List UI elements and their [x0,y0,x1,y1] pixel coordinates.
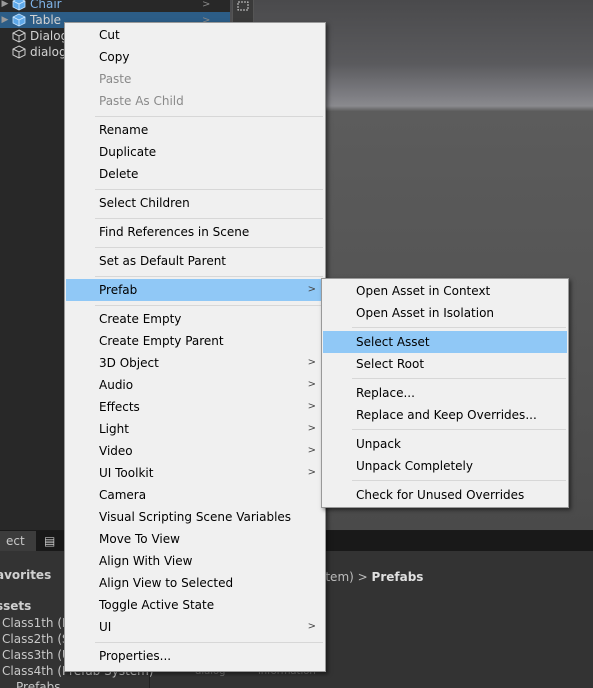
breadcrumb-current[interactable]: Prefabs [372,570,424,584]
menu-item-prefab[interactable]: Prefab > [66,279,324,301]
menu-separator [352,378,566,379]
hierarchy-context-menu: Cut Copy Paste Paste As Child Rename Dup… [64,22,326,672]
menu-separator [352,480,566,481]
hierarchy-label: Chair [30,0,62,11]
menu-item-camera[interactable]: Camera [66,484,324,506]
menu-item-copy[interactable]: Copy [66,46,324,68]
menu-separator [95,189,323,190]
hierarchy-row-chair[interactable]: ▶ Chair > [0,0,230,12]
menu-item-duplicate[interactable]: Duplicate [66,141,324,163]
submenu-item-replace-keep-overrides[interactable]: Replace and Keep Overrides... [323,404,567,426]
menu-item-effects[interactable]: Effects > [66,396,324,418]
cube-outline-icon [12,29,26,43]
menu-item-cut[interactable]: Cut [66,24,324,46]
menu-item-properties[interactable]: Properties... [66,645,324,667]
hierarchy-label: Dialog [30,29,69,43]
menu-item-3d-object[interactable]: 3D Object > [66,352,324,374]
chevron-right-icon: > [307,357,316,368]
menu-item-ui-toolkit[interactable]: UI Toolkit > [66,462,324,484]
menu-item-delete[interactable]: Delete [66,163,324,185]
menu-item-audio[interactable]: Audio > [66,374,324,396]
menu-item-light[interactable]: Light > [66,418,324,440]
menu-item-create-empty-parent[interactable]: Create Empty Parent [66,330,324,352]
submenu-item-unpack-completely[interactable]: Unpack Completely [323,455,567,477]
chevron-right-icon: > [307,621,316,632]
cube-outline-icon [12,45,26,59]
menu-separator [95,276,323,277]
submenu-item-replace[interactable]: Replace... [323,382,567,404]
menu-item-rename[interactable]: Rename [66,119,324,141]
menu-separator [352,327,566,328]
menu-item-toggle-active-state[interactable]: Toggle Active State [66,594,324,616]
menu-item-ui[interactable]: UI > [66,616,324,638]
chevron-right-icon: > [307,445,316,456]
menu-item-select-children[interactable]: Select Children [66,192,324,214]
cube-icon [12,13,26,27]
expand-triangle-icon[interactable]: ▶ [0,15,10,25]
project-folder-item[interactable]: Class3th (U [2,648,71,662]
console-icon: ▤ [44,534,56,548]
cube-icon [12,0,26,11]
menu-item-set-default-parent[interactable]: Set as Default Parent [66,250,324,272]
project-folder-item[interactable]: Class1th (In [2,616,73,630]
menu-separator [95,305,323,306]
submenu-item-check-unused-overrides[interactable]: Check for Unused Overrides [323,484,567,506]
menu-item-video[interactable]: Video > [66,440,324,462]
rect-tool-button[interactable] [232,0,254,24]
chevron-right-icon: > [307,284,316,295]
menu-separator [95,247,323,248]
expand-triangle-icon[interactable]: ▶ [0,0,10,9]
menu-separator [95,116,323,117]
chevron-right-icon: > [307,467,316,478]
menu-item-align-with-view[interactable]: Align With View [66,550,324,572]
menu-item-find-references[interactable]: Find References in Scene [66,221,324,243]
submenu-item-open-asset-in-context[interactable]: Open Asset in Context [323,280,567,302]
submenu-item-open-asset-in-isolation[interactable]: Open Asset in Isolation [323,302,567,324]
menu-separator [95,218,323,219]
chevron-right-icon: > [307,401,316,412]
chevron-right-icon: > [307,423,316,434]
tab-project[interactable]: ect [0,531,36,551]
menu-separator [352,429,566,430]
menu-item-create-empty[interactable]: Create Empty [66,308,324,330]
chevron-right-icon: > [307,379,316,390]
favorites-header[interactable]: avorites [0,568,51,582]
submenu-item-unpack[interactable]: Unpack [323,433,567,455]
menu-item-paste-as-child: Paste As Child [99,94,184,108]
breadcrumb-separator: > [357,570,368,584]
breadcrumb: ystem) > Prefabs [312,570,423,584]
prefab-submenu: Open Asset in Context Open Asset in Isol… [321,278,569,508]
menu-item-paste: Paste [99,72,132,86]
menu-item-visual-scripting[interactable]: Visual Scripting Scene Variables [66,506,324,528]
project-folder-item[interactable]: Prefabs [16,680,61,688]
menu-item-align-view-to-selected[interactable]: Align View to Selected [66,572,324,594]
submenu-item-select-root[interactable]: Select Root [323,353,567,375]
submenu-item-select-asset[interactable]: Select Asset [323,331,567,353]
menu-item-move-to-view[interactable]: Move To View [66,528,324,550]
assets-header[interactable]: ssets [0,599,31,613]
hierarchy-label: dialog [30,45,67,59]
chevron-right-icon[interactable]: > [202,0,210,10]
hierarchy-label: Table [30,13,62,27]
project-folder-item[interactable]: Class2th (S [2,632,70,646]
menu-separator [95,642,323,643]
